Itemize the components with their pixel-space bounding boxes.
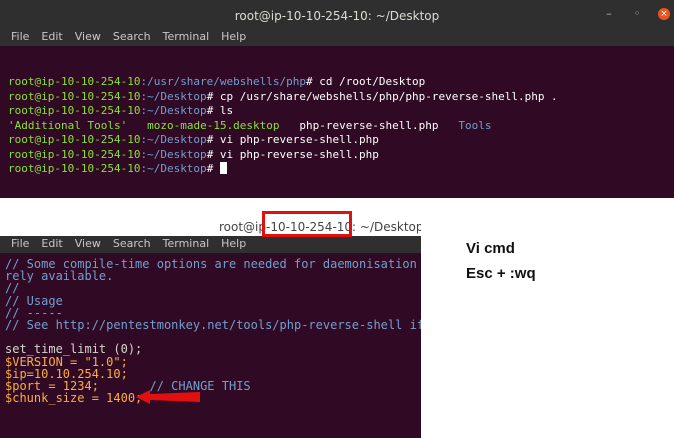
- menu-bar: File Edit View Search Terminal Help: [0, 236, 421, 253]
- prompt-user: root@ip-10-10-254-10: [8, 162, 141, 175]
- prompt-user: root@ip-10-10-254-10: [8, 104, 141, 117]
- prompt-user: root@ip-10-10-254-10: [8, 89, 141, 103]
- text-cursor: [219, 162, 227, 174]
- command: # cd /root/Desktop: [306, 75, 426, 88]
- prompt-user: root@ip-10-10-254-10: [8, 147, 141, 161]
- ls-entry-desktop-file: mozo-made-15.desktop: [147, 118, 280, 132]
- command: # vi php-reverse-shell.php: [206, 147, 379, 161]
- title-bar[interactable]: root@ip-10-10-254-10: ~/Desktop: [0, 207, 421, 237]
- terminal-window-vi: root@ip-10-10-254-10: ~/Desktop File Edi…: [0, 207, 421, 438]
- menu-file[interactable]: File: [5, 236, 35, 253]
- terminal-line: root@ip-10-10-254-10:~/Desktop# vi php-r…: [8, 148, 558, 163]
- command: # vi php-reverse-shell.php: [206, 133, 379, 146]
- ls-entry-dir: Tools: [458, 118, 492, 132]
- terminal-line: root@ip-10-10-254-10:~/Desktop# vi php-r…: [8, 133, 558, 148]
- prompt-path: :~/Desktop: [140, 89, 207, 103]
- code-line: $VERSION = "1.0";: [5, 354, 128, 369]
- menu-view[interactable]: View: [69, 29, 107, 46]
- prompt-user: root@ip-10-10-254-10: [8, 133, 141, 146]
- prompt-path: :~/Desktop: [140, 147, 207, 161]
- menu-edit[interactable]: Edit: [35, 236, 68, 253]
- terminal-line: root@ip-10-10-254-10:~/Desktop#: [8, 162, 558, 177]
- menu-help[interactable]: Help: [215, 236, 252, 253]
- maximize-icon[interactable]: ◦: [630, 7, 644, 21]
- menu-help[interactable]: Help: [215, 29, 252, 46]
- prompt-user: root@ip-10-10-254-10: [8, 75, 141, 88]
- menu-search[interactable]: Search: [107, 29, 157, 46]
- vi-editor-buffer[interactable]: // Some compile-time options are needed …: [0, 258, 421, 404]
- menu-view[interactable]: View: [69, 236, 107, 253]
- menu-bar: File Edit View Search Terminal Help: [0, 29, 674, 46]
- code-line: rely available.: [5, 269, 114, 284]
- ls-entry-dir: 'Additional Tools': [8, 118, 128, 132]
- minimize-icon[interactable]: –: [602, 7, 616, 21]
- ls-output-line: 'Additional Tools' mozo-made-15.desktop …: [8, 119, 558, 134]
- note-line-2: Esc + :wq: [466, 265, 536, 282]
- menu-terminal[interactable]: Terminal: [157, 236, 216, 253]
- close-icon[interactable]: ×: [658, 8, 670, 20]
- window-controls: – ◦ ×: [602, 7, 670, 21]
- terminal-output[interactable]: root@ip-10-10-254-10:/usr/share/webshell…: [0, 75, 566, 177]
- menu-edit[interactable]: Edit: [35, 29, 68, 46]
- highlight-box: [262, 211, 352, 237]
- terminal-window-top: root@ip-10-10-254-10: ~/Desktop – ◦ × Fi…: [0, 0, 674, 198]
- note-line-1: Vi cmd: [466, 240, 515, 257]
- menu-search[interactable]: Search: [107, 236, 157, 253]
- prompt-path: :~/Desktop: [140, 104, 207, 117]
- prompt-path: :~/Desktop: [140, 133, 207, 146]
- command: #: [206, 162, 220, 175]
- prompt-path: :~/Desktop: [140, 162, 207, 175]
- command: # ls: [206, 104, 234, 117]
- code-line: // Usage: [5, 293, 63, 308]
- prompt-path: :/usr/share/webshells/php: [140, 75, 307, 88]
- menu-file[interactable]: File: [5, 29, 35, 46]
- terminal-line: root@ip-10-10-254-10:~/Desktop# cp /usr/…: [8, 90, 558, 105]
- window-title: root@ip-10-10-254-10: ~/Desktop: [234, 9, 440, 23]
- terminal-line: root@ip-10-10-254-10:~/Desktop# ls: [8, 104, 558, 119]
- code-line: //: [5, 281, 20, 296]
- annotation-note: Vi cmd Esc + :wq: [466, 236, 536, 286]
- command: # cp /usr/share/webshells/php/php-revers…: [206, 89, 558, 103]
- code-line: set_time_limit (0);: [5, 342, 143, 357]
- code-line: $chunk_size = 1400;: [5, 391, 143, 406]
- code-line: // See http://pentestmonkey.net/tools/ph…: [5, 317, 421, 332]
- menu-terminal[interactable]: Terminal: [157, 29, 216, 46]
- terminal-line: root@ip-10-10-254-10:/usr/share/webshell…: [8, 75, 558, 90]
- arrow-shape: [136, 390, 200, 404]
- ls-entry-file: php-reverse-shell.php: [299, 118, 439, 132]
- red-arrow-annotation: [136, 390, 200, 404]
- title-bar[interactable]: root@ip-10-10-254-10: ~/Desktop – ◦ ×: [0, 0, 674, 29]
